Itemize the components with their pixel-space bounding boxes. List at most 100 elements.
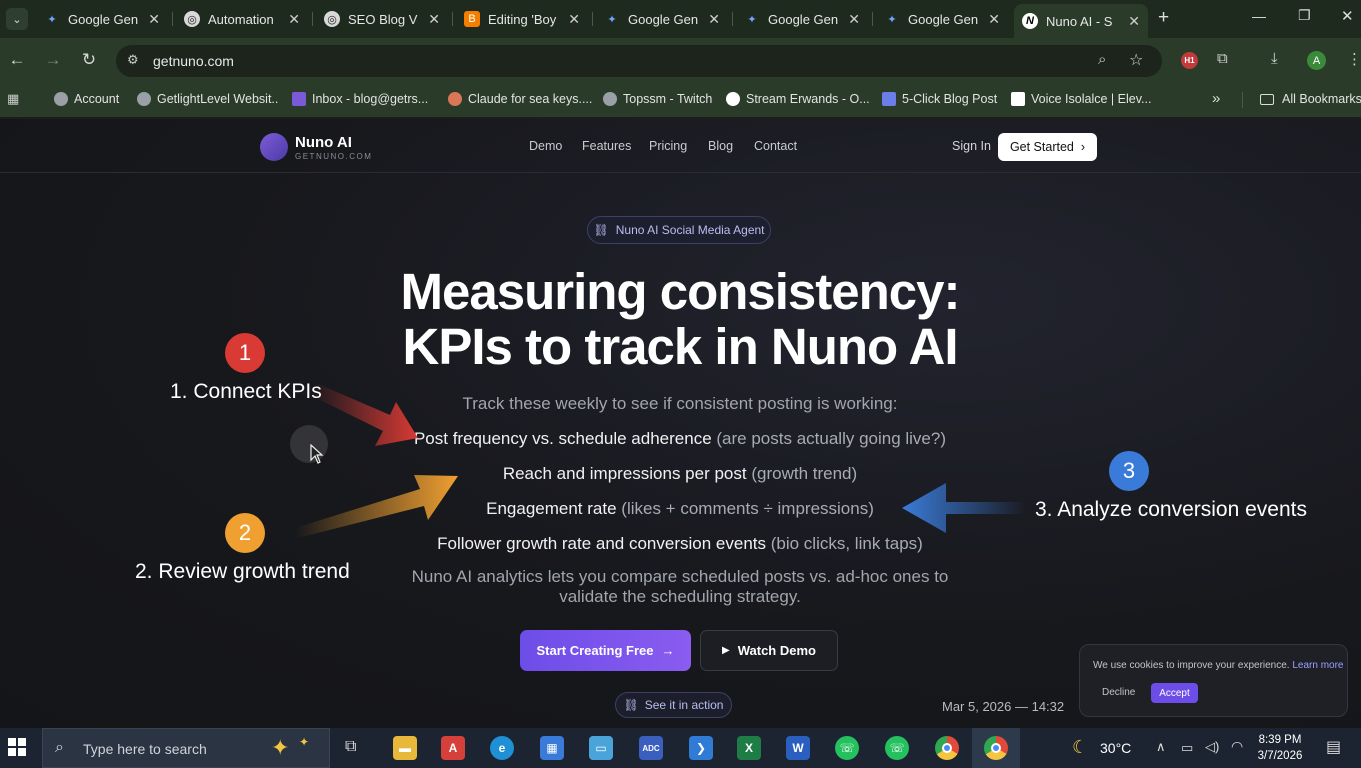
close-icon[interactable]: ✕ xyxy=(568,11,580,28)
tab-divider xyxy=(312,12,313,26)
browser-tab[interactable]: B Editing 'Boy ✕ xyxy=(456,4,588,34)
acrobat-icon[interactable]: A xyxy=(441,736,465,760)
annotation-3-label: 3. Analyze conversion events xyxy=(1035,498,1307,521)
close-icon[interactable]: ✕ xyxy=(148,11,160,28)
bookmark-item[interactable]: Account xyxy=(54,92,119,106)
bookmarks-bar: ▦ Account GetlightLevel Websit.. Inbox -… xyxy=(0,82,1361,118)
site-info-icon[interactable]: ⚙ xyxy=(127,52,139,68)
windows-start-icon[interactable] xyxy=(8,738,26,756)
extension-h1-icon[interactable]: H1 xyxy=(1181,52,1198,69)
bookmark-item[interactable]: Voice Isolalce | Elev... xyxy=(1011,92,1151,106)
blue-arrow xyxy=(902,483,1025,533)
bookmark-item[interactable]: Inbox - blog@getrs... xyxy=(292,92,428,106)
file-explorer-icon[interactable]: ▬ xyxy=(393,736,417,760)
excel-icon[interactable]: X xyxy=(737,736,761,760)
apps-grid-icon[interactable]: ▦ xyxy=(7,91,19,107)
decline-button[interactable]: Decline xyxy=(1102,687,1135,698)
volume-icon[interactable]: ◁) xyxy=(1205,739,1219,755)
all-bookmarks-label: All Bookmarks xyxy=(1282,92,1361,106)
close-icon[interactable]: ✕ xyxy=(1128,13,1140,30)
task-view-icon[interactable]: ⧉ xyxy=(345,738,356,756)
photos-icon[interactable]: ▭ xyxy=(589,736,613,760)
reload-icon[interactable]: ↻ xyxy=(78,50,100,70)
bookmarks-overflow-icon[interactable]: » xyxy=(1212,90,1220,107)
store-icon[interactable]: ▦ xyxy=(540,736,564,760)
extensions-puzzle-icon[interactable]: ⧉ xyxy=(1217,50,1228,67)
forward-arrow-icon[interactable]: → xyxy=(42,50,64,70)
search-placeholder: Type here to search xyxy=(83,741,207,757)
browser-tab[interactable]: ◎ SEO Blog Vi ✕ xyxy=(316,4,448,34)
nuno-icon: N xyxy=(1022,13,1038,29)
chevron-up-icon[interactable]: ∧ xyxy=(1156,739,1166,755)
vscode-icon[interactable]: ❯ xyxy=(689,736,713,760)
edge-icon[interactable]: e xyxy=(490,736,514,760)
system-clock[interactable]: 8:39 PM 3/7/2026 xyxy=(1252,732,1308,764)
url-text[interactable]: getnuno.com xyxy=(153,53,234,69)
weather-temperature[interactable]: 30°C xyxy=(1100,740,1131,756)
chrome-icon[interactable] xyxy=(984,736,1008,760)
browser-tab[interactable]: ✦ Google Gen ✕ xyxy=(36,4,168,34)
new-tab-button[interactable]: + xyxy=(1158,7,1169,29)
browser-tab-active[interactable]: N Nuno AI - S ✕ xyxy=(1014,4,1148,38)
bookmark-item[interactable]: Stream Erwands - O... xyxy=(726,92,870,106)
download-icon[interactable]: ⤓ xyxy=(1271,50,1278,67)
gemini-icon: ✦ xyxy=(47,13,57,26)
word-icon[interactable]: W xyxy=(786,736,810,760)
bookmark-item[interactable]: Claude for sea keys.... xyxy=(448,92,592,106)
browser-tab[interactable]: ✦ Google Gen ✕ xyxy=(736,4,868,34)
mail-icon xyxy=(292,92,306,106)
annotation-3-badge: 3 xyxy=(1109,451,1149,491)
back-arrow-icon[interactable]: ← xyxy=(6,50,28,70)
adc-app-icon[interactable]: ADC xyxy=(639,736,663,760)
accept-button[interactable]: Accept xyxy=(1151,683,1198,703)
close-icon[interactable]: ✕ xyxy=(428,11,440,28)
bookmark-label: Account xyxy=(74,92,120,106)
tab-title: Automation xyxy=(208,11,274,27)
battery-icon[interactable]: ▭ xyxy=(1181,740,1193,756)
bookmarks-divider xyxy=(1242,92,1243,108)
profile-avatar[interactable]: A xyxy=(1307,51,1326,70)
annotation-arrows xyxy=(295,384,1025,538)
notifications-icon[interactable]: ▤ xyxy=(1326,737,1341,757)
zoom-icon[interactable]: ⌕ xyxy=(1098,51,1106,68)
gemini-icon: ✦ xyxy=(887,13,897,26)
bookmark-item[interactable]: Topssm - Twitch xyxy=(603,92,712,106)
bookmark-label: Claude for sea keys.... xyxy=(468,92,593,106)
close-window-icon[interactable]: ✕ xyxy=(1341,7,1354,25)
address-bar[interactable]: ⚙ getnuno.com ⌕ ☆ xyxy=(116,45,1162,77)
learn-more-link[interactable]: Learn more xyxy=(1292,660,1343,671)
browser-tab[interactable]: ✦ Google Gen ✕ xyxy=(596,4,728,34)
restore-icon[interactable]: ❐ xyxy=(1298,7,1311,24)
tab-divider xyxy=(732,12,733,26)
star-icon[interactable]: ☆ xyxy=(1129,50,1143,70)
tab-divider xyxy=(172,12,173,26)
orange-arrow xyxy=(295,475,458,538)
whatsapp-icon[interactable]: ☏ xyxy=(885,736,909,760)
browser-tab[interactable]: ✦ Google Gen ✕ xyxy=(876,4,1008,34)
annotation-2-label: 2. Review growth trend xyxy=(135,560,350,583)
close-icon[interactable]: ✕ xyxy=(708,11,720,28)
more-menu-icon[interactable]: ⋮ xyxy=(1347,50,1361,68)
tab-divider xyxy=(592,12,593,26)
bookmark-item[interactable]: GetlightLevel Websit.. xyxy=(137,92,278,106)
close-icon[interactable]: ✕ xyxy=(288,11,300,28)
whatsapp-icon[interactable]: ☏ xyxy=(835,736,859,760)
all-bookmarks-button[interactable]: All Bookmarks xyxy=(1260,92,1361,106)
copilot-sparkle-small-icon: ✦ xyxy=(299,735,310,749)
minimize-icon[interactable]: — xyxy=(1252,8,1266,24)
close-icon[interactable]: ✕ xyxy=(988,11,1000,28)
tab-search-button[interactable]: ⌄ xyxy=(6,8,28,30)
weather-moon-icon: ☾ xyxy=(1072,737,1089,757)
cookie-banner: We use cookies to improve your experienc… xyxy=(1079,644,1348,717)
browser-tab[interactable]: ◎ Automation ✕ xyxy=(176,4,308,34)
web-page: Nuno AI GETNUNO.COM Demo Features Pricin… xyxy=(0,119,1361,728)
annotation-number: 1 xyxy=(238,340,252,365)
tab-title: Google Gen xyxy=(628,11,698,27)
close-icon[interactable]: ✕ xyxy=(848,11,860,28)
taskbar-search-box[interactable]: ⌕ Type here to search ✦ ✦ xyxy=(42,728,330,768)
annotation-2-badge: 2 xyxy=(225,513,265,553)
chrome-icon[interactable] xyxy=(935,736,959,760)
bookmark-item[interactable]: 5-Click Blog Post xyxy=(882,92,997,106)
blogger-icon: B xyxy=(464,11,480,27)
wifi-icon[interactable]: ◠ xyxy=(1231,738,1243,755)
